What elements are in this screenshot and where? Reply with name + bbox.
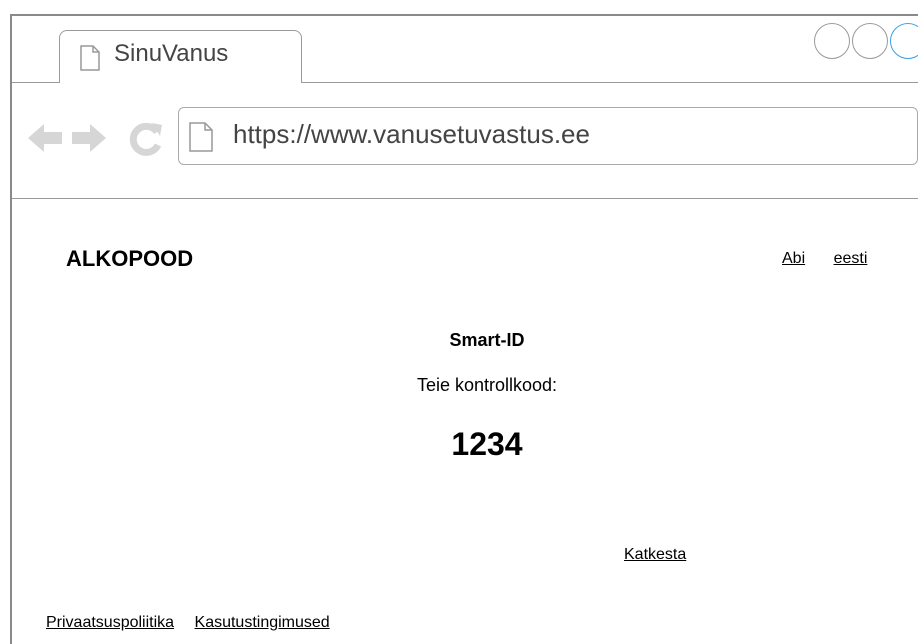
footer-links: Privaatsuspoliitika Kasutustingimused	[46, 614, 346, 632]
address-bar[interactable]: https://www.vanusetuvastus.ee	[178, 107, 918, 165]
window-button-3[interactable]	[890, 23, 918, 59]
terms-link[interactable]: Kasutustingimused	[195, 614, 330, 631]
top-links: Abi eesti	[782, 250, 891, 268]
browser-window: SinuVanus https://www.vanusetuvastus.ee …	[10, 14, 918, 644]
tab-strip: SinuVanus	[12, 16, 918, 83]
tab-title: SinuVanus	[114, 40, 229, 67]
toolbar-divider	[12, 198, 918, 199]
brand-title: ALKOPOOD	[66, 246, 194, 271]
reload-icon[interactable]	[128, 121, 164, 162]
forward-arrow-icon[interactable]	[70, 121, 108, 160]
window-button-1[interactable]	[814, 23, 850, 59]
document-icon	[80, 45, 100, 71]
document-icon	[189, 122, 213, 152]
language-link[interactable]: eesti	[834, 250, 868, 267]
method-title: Smart-ID	[449, 330, 525, 350]
privacy-link[interactable]: Privaatsuspoliitika	[46, 614, 174, 631]
help-link[interactable]: Abi	[782, 250, 805, 267]
window-button-2[interactable]	[852, 23, 888, 59]
back-arrow-icon[interactable]	[26, 121, 64, 160]
url-text[interactable]: https://www.vanusetuvastus.ee	[233, 119, 590, 150]
code-prompt: Teie kontrollkood:	[416, 375, 558, 395]
window-controls	[814, 23, 918, 59]
browser-toolbar: https://www.vanusetuvastus.ee	[12, 83, 918, 199]
cancel-link[interactable]: Katkesta	[624, 546, 686, 564]
browser-tab[interactable]: SinuVanus	[59, 30, 302, 83]
control-code: 1234	[451, 426, 523, 462]
page-content: ALKOPOOD Abi eesti Smart-ID Teie kontrol…	[12, 200, 918, 644]
